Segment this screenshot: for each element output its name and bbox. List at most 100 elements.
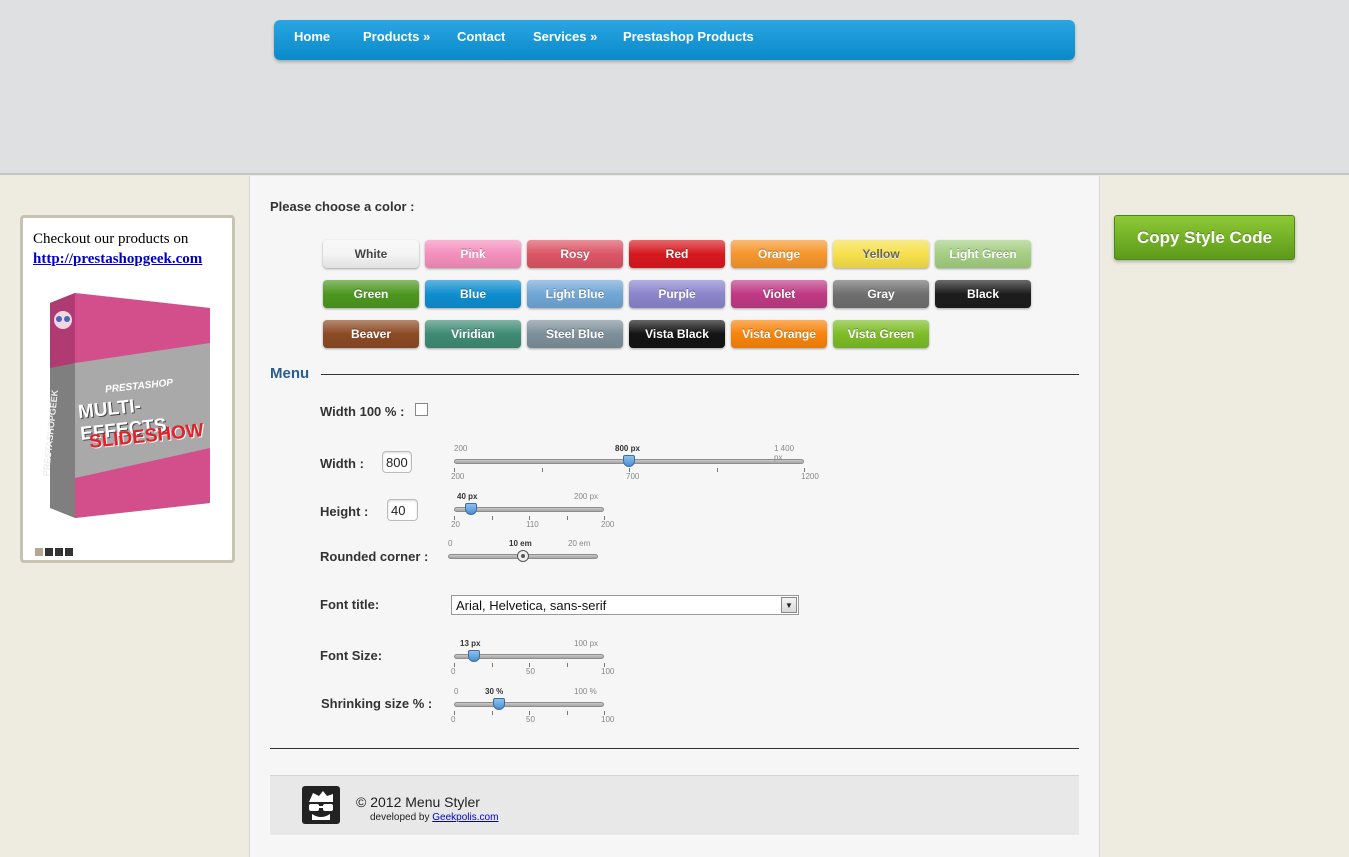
slider-tick <box>454 663 455 667</box>
slider-tick <box>492 663 493 667</box>
developed-by-text: developed by <box>370 812 430 823</box>
slider-scale-label: 0 <box>451 715 456 724</box>
footer-divider <box>270 748 1079 749</box>
width-full-checkbox[interactable] <box>415 403 428 416</box>
font-size-label: Font Size: <box>320 648 383 663</box>
slider-current-label: 800 px <box>615 444 640 453</box>
slider-tick <box>529 663 530 667</box>
height-label: Height : <box>320 504 369 519</box>
dropdown-arrow-icon[interactable]: ▼ <box>781 597 797 613</box>
slider-tick <box>542 468 543 472</box>
carousel-dot-3[interactable] <box>55 548 63 556</box>
color-button-purple[interactable]: Purple <box>629 280 725 308</box>
slider-tick <box>454 516 455 520</box>
styler-panel: Please choose a color : White Pink Rosy Red… <box>249 176 1100 857</box>
slider-handle[interactable] <box>465 503 477 515</box>
slider-scale-label: 0 <box>451 667 456 676</box>
color-button-blue[interactable]: Blue <box>425 280 521 308</box>
nav-item-prestashop-products[interactable]: Prestashop Products <box>623 29 754 44</box>
color-button-light-blue[interactable]: Light Blue <box>527 280 623 308</box>
slider-tick <box>529 516 530 520</box>
slider-tick <box>567 516 568 520</box>
slider-scale-label: 110 <box>526 520 539 529</box>
slider-tick <box>492 516 493 520</box>
nav-item-services[interactable]: Services » <box>533 29 597 44</box>
color-button-beaver[interactable]: Beaver <box>323 320 419 348</box>
color-button-vista-green[interactable]: Vista Green <box>833 320 929 348</box>
slider-scale-label: 100 <box>601 715 615 724</box>
height-input[interactable]: 40 <box>387 499 418 521</box>
slider-handle[interactable] <box>623 455 635 467</box>
slider-tick <box>567 663 568 667</box>
width-input[interactable]: 800 <box>382 451 412 473</box>
font-title-select[interactable]: Arial, Helvetica, sans-serif ▼ <box>451 595 799 615</box>
slider-current-label: 40 px <box>457 492 478 501</box>
slider-scale-label: 20 <box>451 520 460 529</box>
color-button-viridian[interactable]: Viridian <box>425 320 521 348</box>
slider-handle[interactable] <box>493 698 505 710</box>
color-button-light-green[interactable]: Light Green <box>935 240 1031 268</box>
slider-track[interactable] <box>454 702 604 707</box>
color-button-white[interactable]: White <box>323 240 419 268</box>
carousel-dot-2[interactable] <box>45 548 53 556</box>
color-button-violet[interactable]: Violet <box>731 280 827 308</box>
slider-max-label: 100 px <box>574 639 599 648</box>
slider-handle[interactable] <box>517 550 529 562</box>
slider-tick <box>604 663 605 667</box>
color-prompt: Please choose a color : <box>270 199 415 214</box>
color-button-orange[interactable]: Orange <box>731 240 827 268</box>
slider-scale-label: 50 <box>526 715 535 724</box>
slider-tick <box>454 468 455 472</box>
product-box-image[interactable]: PRESTASHOP MULTI-EFFECTS SLIDESHOW PREST… <box>41 288 215 523</box>
promo-link[interactable]: http://prestashopgeek.com <box>33 251 202 268</box>
slider-tick <box>604 711 605 715</box>
slider-tick <box>629 468 630 472</box>
slider-handle[interactable] <box>468 650 480 662</box>
slider-scale-label: 700 <box>626 472 640 481</box>
color-button-green[interactable]: Green <box>323 280 419 308</box>
copy-style-code-button[interactable]: Copy Style Code <box>1114 215 1295 260</box>
color-button-red[interactable]: Red <box>629 240 725 268</box>
slider-current-label: 13 px <box>460 639 481 648</box>
slider-scale-label: 1200 <box>801 472 819 481</box>
slider-scale-label: 50 <box>526 667 535 676</box>
menu-section-title: Menu <box>270 365 310 382</box>
geek-logo-icon <box>302 786 340 824</box>
nav-item-products[interactable]: Products » <box>363 29 430 44</box>
promo-card: Checkout our products on http://prestash… <box>20 215 235 563</box>
slider-max-label: 100 % <box>574 687 597 696</box>
carousel-dot-1[interactable] <box>35 548 43 556</box>
color-button-gray[interactable]: Gray <box>833 280 929 308</box>
slider-current-label: 10 em <box>509 539 532 548</box>
color-button-steel-blue[interactable]: Steel Blue <box>527 320 623 348</box>
carousel-dot-4[interactable] <box>65 548 73 556</box>
slider-max-label: 20 em <box>568 539 591 548</box>
slider-tick <box>529 711 530 715</box>
color-button-vista-black[interactable]: Vista Black <box>629 320 725 348</box>
rounded-corner-label: Rounded corner : <box>320 549 429 564</box>
nav-item-home[interactable]: Home <box>294 29 330 44</box>
color-button-yellow[interactable]: Yellow <box>833 240 929 268</box>
slider-tick <box>454 711 455 715</box>
color-button-vista-orange[interactable]: Vista Orange <box>731 320 827 348</box>
menu-divider <box>321 374 1079 375</box>
color-button-rosy[interactable]: Rosy <box>527 240 623 268</box>
developer-link[interactable]: Geekpolis.com <box>432 812 498 823</box>
nav-item-contact[interactable]: Contact <box>457 29 505 44</box>
color-button-pink[interactable]: Pink <box>425 240 521 268</box>
slider-scale-label: 200 <box>601 520 615 529</box>
slider-tick <box>492 711 493 715</box>
width-label: Width : <box>320 456 364 471</box>
font-title-value: Arial, Helvetica, sans-serif <box>456 598 607 613</box>
slider-min-label: 0 <box>454 687 459 696</box>
slider-tick <box>717 468 718 472</box>
slider-scale-label: 100 <box>601 667 615 676</box>
color-button-black[interactable]: Black <box>935 280 1031 308</box>
developer-credit: developed by Geekpolis.com <box>370 812 498 823</box>
footer: © 2012 Menu Styler developed by Geekpoli… <box>270 775 1079 835</box>
width-full-label: Width 100 % : <box>320 404 405 419</box>
slider-tick <box>567 711 568 715</box>
slider-max-label: 200 px <box>574 492 599 501</box>
font-title-label: Font title: <box>320 597 380 612</box>
slider-current-label: 30 % <box>485 687 504 696</box>
